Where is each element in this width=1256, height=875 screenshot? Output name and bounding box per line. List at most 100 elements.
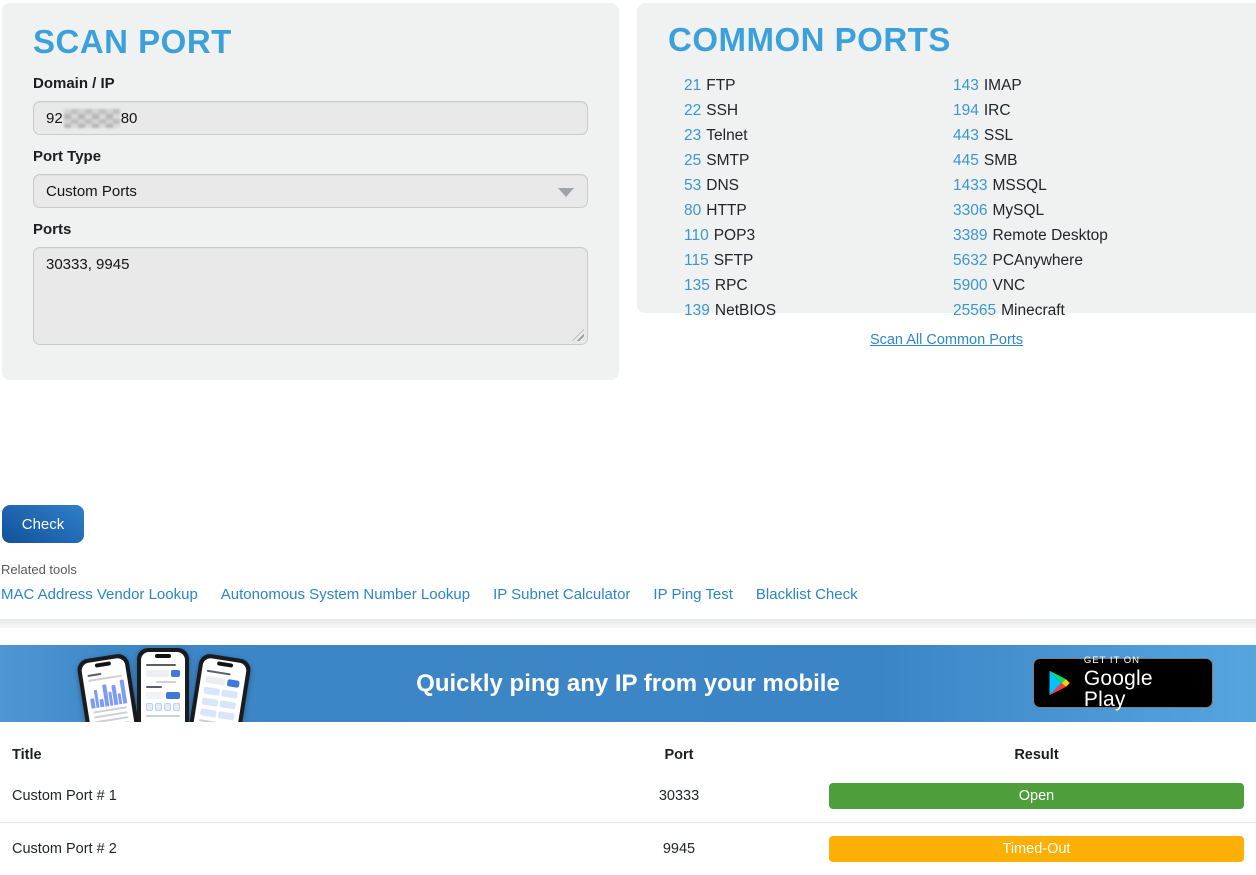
row-title: Custom Port # 1 <box>0 788 550 804</box>
row-title: Custom Port # 2 <box>0 841 550 857</box>
common-ports-title: COMMON PORTS <box>668 21 1236 59</box>
port-name: NetBIOS <box>715 302 776 319</box>
port-item: 3306 MySQL <box>953 198 1108 223</box>
phone-notch <box>155 654 171 658</box>
scan-port-panel: SCAN PORT Domain / IP 9280 Port Type Cus… <box>2 3 619 380</box>
google-play-badge[interactable]: GET IT ON Google Play <box>1033 658 1213 708</box>
port-item: 143IMAP <box>953 73 1108 98</box>
port-link[interactable]: 80 <box>684 202 701 219</box>
domain-ip-value-prefix: 92 <box>46 110 63 127</box>
port-name: Minecraft <box>1001 302 1065 319</box>
row-port: 9945 <box>550 841 808 857</box>
related-tools-links: MAC Address Vendor Lookup Autonomous Sys… <box>1 586 858 603</box>
related-link-ip-subnet-calculator[interactable]: IP Subnet Calculator <box>493 586 630 603</box>
header-title: Title <box>0 747 550 763</box>
phone-notch <box>217 661 233 667</box>
mini-icon-grid <box>146 703 180 711</box>
common-ports-column-1: 21 FTP 22 SSH 23 Telnet 25 SMTP 53 DNS 80 HTTP… <box>684 73 953 323</box>
scan-port-title: SCAN PORT <box>33 23 588 61</box>
port-link[interactable]: 5900 <box>953 277 987 294</box>
google-play-icon <box>1046 669 1074 697</box>
port-item: 5632PCAnywhere <box>953 248 1108 273</box>
header-port: Port <box>550 747 808 763</box>
common-ports-panel: COMMON PORTS 21 FTP 22 SSH 23 Telnet 25 SMTP… <box>637 3 1256 313</box>
port-link[interactable]: 135 <box>684 277 710 294</box>
ports-value: 30333, 9945 <box>46 256 129 273</box>
port-link[interactable]: 1433 <box>953 177 987 194</box>
scan-all-common-ports-link[interactable]: Scan All Common Ports <box>870 332 1023 348</box>
port-name: MySQL <box>992 202 1044 219</box>
scan-all-wrapper: Scan All Common Ports <box>637 331 1256 349</box>
port-link[interactable]: 445 <box>953 152 979 169</box>
port-name: SSL <box>984 127 1013 144</box>
port-item: 115 SFTP <box>684 248 953 273</box>
phone-notch <box>95 661 111 667</box>
port-name: SMTP <box>706 152 749 169</box>
port-type-select[interactable]: Custom Ports <box>33 174 588 208</box>
port-name: Telnet <box>706 127 747 144</box>
results-table: Title Port Result Custom Port # 1 30333 … <box>0 740 1256 875</box>
port-link[interactable]: 194 <box>953 102 979 119</box>
port-item: 22 SSH <box>684 98 953 123</box>
phone-mockup-center <box>137 648 189 722</box>
related-link-mac-address-vendor-lookup[interactable]: MAC Address Vendor Lookup <box>1 586 198 603</box>
ports-label: Ports <box>33 221 588 238</box>
results-header-row: Title Port Result <box>0 740 1256 770</box>
related-link-ip-ping-test[interactable]: IP Ping Test <box>653 586 733 603</box>
port-link[interactable]: 23 <box>684 127 701 144</box>
port-link[interactable]: 139 <box>684 302 710 319</box>
domain-ip-value-suffix: 80 <box>121 110 138 127</box>
port-link[interactable]: 21 <box>684 77 701 94</box>
mobile-app-banner: Quickly ping any IP from your mobile GET… <box>0 645 1256 722</box>
port-name: MSSQL <box>992 177 1046 194</box>
port-link[interactable]: 3389 <box>953 227 987 244</box>
check-button[interactable]: Check <box>2 505 84 543</box>
port-type-label: Port Type <box>33 148 588 165</box>
port-link[interactable]: 53 <box>684 177 701 194</box>
port-link[interactable]: 3306 <box>953 202 987 219</box>
related-tools-label: Related tools <box>1 562 77 577</box>
port-name: VNC <box>992 277 1025 294</box>
port-item: 139 NetBIOS <box>684 298 953 323</box>
header-result: Result <box>808 747 1256 763</box>
port-name: SFTP <box>714 252 754 269</box>
port-type-selected-value: Custom Ports <box>46 183 137 200</box>
port-name: Remote Desktop <box>992 227 1107 244</box>
port-link[interactable]: 110 <box>684 227 709 244</box>
port-name: FTP <box>706 77 735 94</box>
port-item: 80 HTTP <box>684 198 953 223</box>
related-link-asn-lookup[interactable]: Autonomous System Number Lookup <box>221 586 470 603</box>
domain-ip-input[interactable]: 92 80 <box>33 101 588 135</box>
port-item: 1433 MSSQL <box>953 173 1108 198</box>
redacted-ip-segment <box>64 109 120 128</box>
related-link-blacklist-check[interactable]: Blacklist Check <box>756 586 858 603</box>
port-link[interactable]: 22 <box>684 102 701 119</box>
port-link[interactable]: 5632 <box>953 252 987 269</box>
port-name: HTTP <box>706 202 746 219</box>
port-name: RPC <box>715 277 748 294</box>
google-play-text: GET IT ON Google Play <box>1084 656 1200 711</box>
port-link[interactable]: 143 <box>953 77 979 94</box>
row-port: 30333 <box>550 788 808 804</box>
port-link[interactable]: 25565 <box>953 302 996 319</box>
port-name: SSH <box>706 102 738 119</box>
port-item: 23 Telnet <box>684 123 953 148</box>
port-name: DNS <box>706 177 739 194</box>
chevron-down-icon <box>558 188 574 197</box>
table-row: Custom Port # 1 30333 Open <box>0 770 1256 822</box>
port-name: SMB <box>984 152 1018 169</box>
port-item: 110POP3 <box>684 223 953 248</box>
resize-grip-icon[interactable] <box>572 329 584 341</box>
port-link[interactable]: 115 <box>684 252 709 269</box>
port-link[interactable]: 443 <box>953 127 979 144</box>
port-item: 21 FTP <box>684 73 953 98</box>
port-item: 25 SMTP <box>684 148 953 173</box>
google-play-wordmark: Google Play <box>1084 668 1200 710</box>
status-badge-timed-out: Timed-Out <box>829 836 1244 862</box>
port-item: 135 RPC <box>684 273 953 298</box>
port-item: 3389 Remote Desktop <box>953 223 1108 248</box>
table-row: Custom Port # 2 9945 Timed-Out <box>0 822 1256 875</box>
ports-textarea[interactable]: 30333, 9945 <box>33 247 588 345</box>
port-link[interactable]: 25 <box>684 152 701 169</box>
port-item: 443 SSL <box>953 123 1108 148</box>
